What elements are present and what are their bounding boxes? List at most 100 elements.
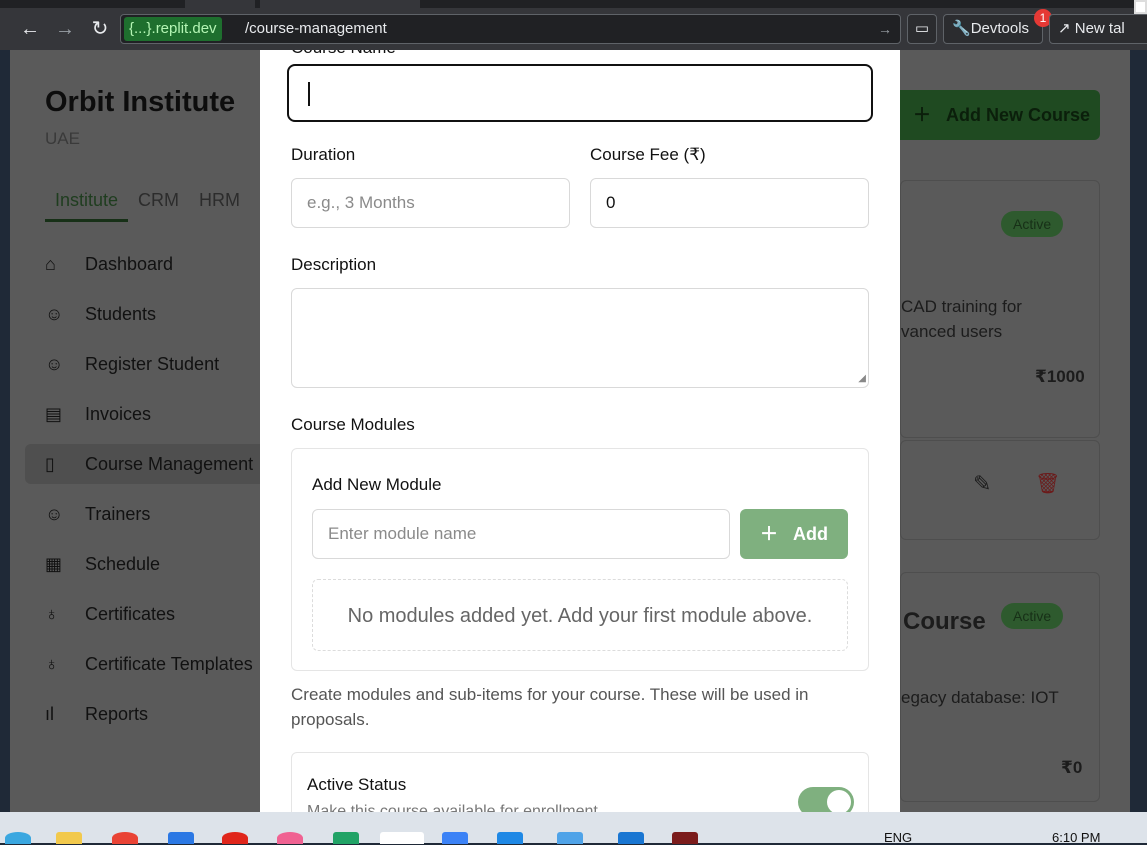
resize-handle-icon[interactable]: ◢: [858, 355, 866, 403]
sidebar-item-label: Register Student: [85, 353, 220, 374]
calendar-icon: ▦: [45, 553, 63, 574]
plus-icon: ＋: [913, 105, 931, 125]
sidebar-item-course-management[interactable]: ▯ Course Management: [25, 444, 265, 484]
user-plus-icon: ☺: [45, 353, 64, 374]
sidebar-item-label: Dashboard: [85, 253, 174, 274]
active-status-toggle[interactable]: [798, 787, 854, 812]
add-module-label: Add: [793, 524, 828, 544]
users-icon: ☺: [45, 303, 64, 324]
go-arrow-icon[interactable]: →: [878, 15, 892, 43]
description-label: Description: [291, 255, 377, 274]
course-fee-label: Course Fee (₹): [590, 145, 706, 164]
bar-chart-icon: ıl: [45, 703, 54, 724]
course-title: Course: [903, 608, 986, 635]
os-taskbar: ENG 6:10 PM: [0, 812, 1147, 845]
sidebar-item-reports[interactable]: ıl Reports: [45, 694, 275, 734]
user-cog-icon: ☺: [45, 503, 64, 524]
address-bar[interactable]: {...}.replit.dev /course-management →: [120, 14, 901, 44]
duration-label: Duration: [291, 145, 356, 164]
course-fee-input[interactable]: 0: [590, 178, 869, 228]
institute-title: Orbit Institute: [45, 86, 236, 118]
add-module-heading: Add New Module: [312, 475, 442, 494]
notes-icon[interactable]: [442, 832, 468, 844]
course-card-actions: ✎ 🗑: [900, 440, 1100, 540]
tab-hrm[interactable]: HRM: [189, 188, 250, 222]
course-name-label: Course Name: [291, 50, 396, 58]
empty-modules-message: No modules added yet. Add your first mod…: [312, 579, 848, 651]
status-badge: Active: [1001, 211, 1064, 237]
add-new-course-label: Add New Course: [946, 105, 1091, 125]
wrench-icon: 🔧: [952, 20, 971, 37]
app-icon[interactable]: [672, 832, 698, 844]
url-path: /course-management: [245, 20, 387, 37]
course-card: Active CAD training for vanced users ₹10…: [900, 180, 1100, 438]
course-description: vanced users: [901, 322, 1003, 341]
sheets-icon[interactable]: [333, 832, 359, 844]
briefcase-icon[interactable]: [168, 832, 194, 844]
file-explorer-icon[interactable]: [56, 832, 82, 844]
cast-icon[interactable]: ▭: [907, 14, 937, 44]
add-new-course-button[interactable]: ＋ Add New Course: [885, 90, 1100, 140]
devtools-button[interactable]: 🔧Devtools 1: [943, 9, 1052, 44]
course-dialog: Course Name Duration e.g., 3 Months Cour…: [260, 50, 900, 812]
sidebar-item-trainers[interactable]: ☺ Trainers: [45, 494, 275, 534]
active-status-label: Active Status: [307, 775, 407, 794]
sidebar-item-certificate-templates[interactable]: ♁ Certificate Templates: [45, 644, 275, 684]
browser-tab-active[interactable]: [260, 0, 420, 8]
opera-icon[interactable]: [222, 832, 248, 844]
firefox-icon[interactable]: [277, 832, 303, 844]
sidebar-item-label: Students: [85, 303, 157, 324]
browser-tab[interactable]: [185, 0, 255, 8]
add-module-button[interactable]: ＋ Add: [740, 509, 848, 559]
windows-start-icon[interactable]: [5, 832, 31, 844]
user-app-icon[interactable]: [380, 832, 424, 844]
sidebar-item-dashboard[interactable]: ⌂ Dashboard: [45, 244, 275, 284]
award-icon: ♁: [45, 603, 59, 624]
course-fee: ₹1000: [1035, 367, 1085, 386]
chrome-icon[interactable]: [112, 832, 138, 844]
vscode-icon[interactable]: [497, 832, 523, 844]
calendar-app-icon[interactable]: [557, 832, 583, 844]
text-caret: [308, 82, 310, 106]
home-icon: ⌂: [45, 253, 56, 274]
tab-strip: [0, 0, 1147, 8]
description-textarea[interactable]: ◢: [291, 288, 869, 388]
modules-panel: Add New Module Enter module name ＋ Add N…: [291, 448, 869, 671]
sidebar-item-students[interactable]: ☺ Students: [45, 294, 275, 334]
course-fee: ₹0: [1061, 758, 1083, 777]
course-description: CAD training for: [901, 297, 1022, 316]
plus-icon: ＋: [759, 524, 778, 544]
browser-toolbar: ← → ↻ {...}.replit.dev /course-managemen…: [0, 0, 1147, 50]
award-icon: ♁: [45, 653, 59, 674]
reload-icon[interactable]: ↻: [85, 14, 115, 44]
active-status-panel: Active Status Make this course available…: [291, 752, 869, 812]
active-status-description: Make this course available for enrollmen…: [307, 803, 598, 812]
new-tab-button[interactable]: ↗ New tal: [1049, 14, 1147, 44]
course-modules-label: Course Modules: [291, 415, 415, 434]
sidebar-item-label: Certificates: [85, 603, 176, 624]
forward-icon[interactable]: →: [50, 14, 80, 44]
sidebar-item-certificates[interactable]: ♁ Certificates: [45, 594, 275, 634]
sidebar-item-label: Invoices: [85, 403, 152, 424]
sidebar-item-label: Trainers: [85, 503, 151, 524]
institute-location: UAE: [45, 129, 80, 148]
trash-icon[interactable]: 🗑: [1035, 471, 1060, 496]
sidebar-item-invoices[interactable]: ▤ Invoices: [45, 394, 275, 434]
back-icon[interactable]: ←: [15, 14, 45, 44]
module-name-input[interactable]: Enter module name: [312, 509, 730, 559]
devtools-label: Devtools: [970, 20, 1030, 37]
duration-input[interactable]: e.g., 3 Months: [291, 178, 570, 228]
external-link-icon: ↗: [1058, 20, 1071, 37]
course-name-input[interactable]: [287, 64, 873, 122]
tab-crm[interactable]: CRM: [128, 188, 189, 222]
sidebar-item-register-student[interactable]: ☺ Register Student: [45, 344, 275, 384]
course-card: Course Active egacy database: IOT ₹0: [900, 572, 1100, 802]
store-icon[interactable]: [618, 832, 644, 844]
sidebar-item-label: Schedule: [85, 553, 161, 574]
sidebar-item-label: Course Management: [85, 453, 254, 474]
sidebar-item-schedule[interactable]: ▦ Schedule: [45, 544, 275, 584]
edit-icon[interactable]: ✎: [973, 471, 991, 497]
tab-institute[interactable]: Institute: [45, 188, 129, 222]
sidebar-item-label: Reports: [85, 703, 149, 724]
file-icon: ▤: [45, 403, 63, 424]
